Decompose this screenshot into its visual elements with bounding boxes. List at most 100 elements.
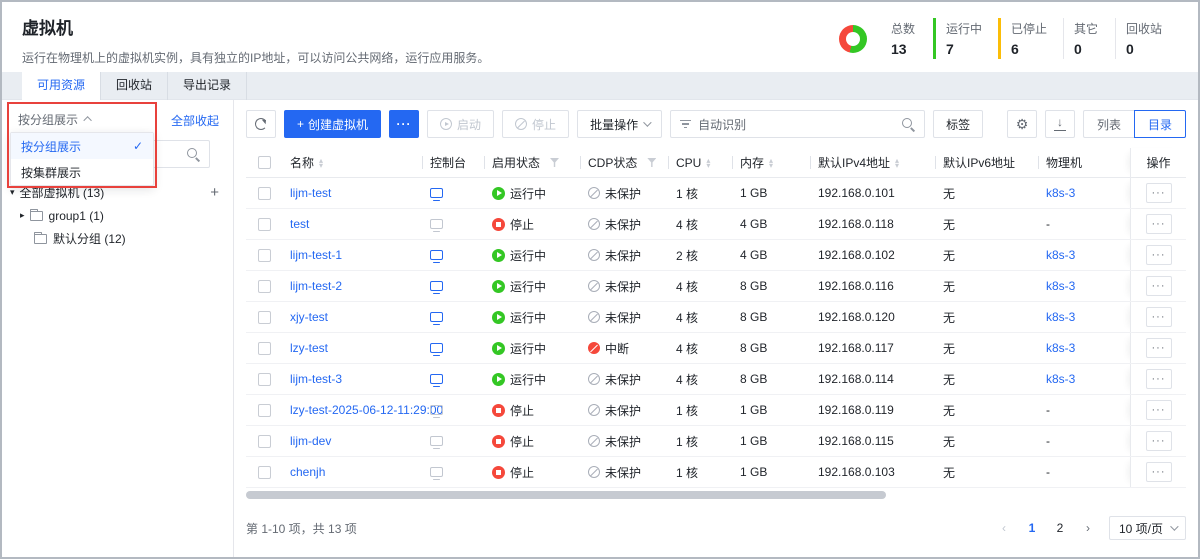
vm-name-link[interactable]: xjy-test [290,310,328,324]
vm-name-link[interactable]: lijm-test-1 [290,248,342,262]
stop-button[interactable]: 停止 [502,110,569,138]
create-vm-button[interactable]: +创建虚拟机 [284,110,381,138]
memory-value: 4 GB [732,240,810,270]
host-link[interactable]: - [1046,217,1050,231]
row-checkbox[interactable] [258,466,271,479]
column-header-status[interactable]: 启用状态 [484,148,580,177]
column-header-cdp[interactable]: CDP状态 [580,148,668,177]
row-actions-button[interactable]: ··· [1146,307,1172,327]
collapse-all-link[interactable]: 全部收起 [171,112,219,129]
column-header-ipv4[interactable]: 默认IPv4地址▴▾ [810,148,935,177]
row-checkbox[interactable] [258,435,271,448]
row-checkbox[interactable] [258,280,271,293]
console-icon[interactable] [430,219,443,229]
column-header-cpu[interactable]: CPU▴▾ [668,148,732,177]
start-button[interactable]: 启动 [427,110,494,138]
sort-icon[interactable]: ▴▾ [319,158,323,168]
console-icon[interactable] [430,250,443,260]
console-icon[interactable] [430,188,443,198]
console-icon[interactable] [430,467,443,477]
row-checkbox[interactable] [258,342,271,355]
host-link[interactable]: k8s-3 [1046,279,1075,293]
host-link[interactable]: k8s-3 [1046,372,1075,386]
table-body: lijm-test 运行中 未保护 1 核 1 GB 192.168.0.101… [246,178,1186,488]
row-actions-button[interactable]: ··· [1146,245,1172,265]
refresh-button[interactable] [246,110,276,138]
dropdown-option-by-cluster[interactable]: 按集群展示 [11,159,153,185]
page-2-button[interactable]: 2 [1049,517,1071,539]
host-link[interactable]: - [1046,465,1050,479]
host-link[interactable]: k8s-3 [1046,248,1075,262]
row-checkbox[interactable] [258,311,271,324]
page-size-select[interactable]: 10 项/页 [1109,516,1186,540]
row-actions-button[interactable]: ··· [1146,214,1172,234]
host-link[interactable]: - [1046,403,1050,417]
console-icon[interactable] [430,343,443,353]
vm-name-link[interactable]: lijm-test [290,186,331,200]
collapse-caret-icon[interactable]: ▾ [10,187,15,198]
batch-operations-button[interactable]: 批量操作 [577,110,662,138]
prev-page-button[interactable]: ‹ [993,517,1015,539]
column-header-name[interactable]: 名称▴▾ [282,148,422,177]
group-display-selector[interactable]: 按分组展示 [10,106,152,132]
host-link[interactable]: k8s-3 [1046,310,1075,324]
console-icon[interactable] [430,281,443,291]
vm-name-link[interactable]: lijm-test-2 [290,279,342,293]
row-checkbox[interactable] [258,218,271,231]
status-label: 运行中 [510,278,546,295]
view-list-button[interactable]: 列表 [1083,110,1134,138]
console-icon[interactable] [430,405,443,415]
sort-icon[interactable]: ▴▾ [895,158,899,168]
add-group-button[interactable]: + [210,185,219,200]
vm-name-link[interactable]: chenjh [290,465,325,479]
more-actions-button[interactable]: ··· [389,110,419,138]
row-checkbox[interactable] [258,373,271,386]
filter-icon[interactable] [550,158,559,167]
sort-icon[interactable]: ▴▾ [706,158,710,168]
console-icon[interactable] [430,436,443,446]
next-page-button[interactable]: › [1077,517,1099,539]
row-actions-button[interactable]: ··· [1146,400,1172,420]
row-checkbox[interactable] [258,249,271,262]
sort-icon[interactable]: ▴▾ [769,158,773,168]
export-button[interactable]: ↓ [1045,110,1075,138]
search-icon[interactable] [902,118,915,131]
row-actions-button[interactable]: ··· [1146,183,1172,203]
expand-caret-icon[interactable]: ▸ [20,210,25,221]
column-header-memory[interactable]: 内存▴▾ [732,148,810,177]
tree-item-group1[interactable]: ▸ group1 (1) [2,204,233,227]
row-actions-button[interactable]: ··· [1146,276,1172,296]
tags-button[interactable]: 标签 [933,110,983,138]
console-icon[interactable] [430,374,443,384]
row-actions-button[interactable]: ··· [1146,338,1172,358]
select-all-checkbox[interactable] [258,156,271,169]
settings-button[interactable]: ⚙ [1007,110,1037,138]
row-checkbox[interactable] [258,187,271,200]
row-actions-button[interactable]: ··· [1146,431,1172,451]
vm-name-link[interactable]: lzy-test [290,341,328,355]
stat-label: 总数 [891,20,917,37]
view-catalog-button[interactable]: 目录 [1134,110,1186,138]
host-link[interactable]: k8s-3 [1046,341,1075,355]
group-display-dropdown: 按分组展示 ✓ 按集群展示 [10,132,154,186]
vm-name-link[interactable]: test [290,217,309,231]
tab[interactable]: 导出记录 [168,72,247,100]
vm-name-link[interactable]: lijm-dev [290,434,331,448]
console-icon[interactable] [430,312,443,322]
host-link[interactable]: k8s-3 [1046,186,1075,200]
row-actions-button[interactable]: ··· [1146,369,1172,389]
host-link[interactable]: - [1046,434,1050,448]
search-mode-label[interactable]: 自动识别 [698,116,746,133]
filter-icon[interactable] [647,158,656,167]
vm-search-input[interactable]: 自动识别 [670,110,925,138]
vm-name-link[interactable]: lzy-test-2025-06-12-11:29:00 [290,403,443,417]
page-1-button[interactable]: 1 [1021,517,1043,539]
tab[interactable]: 可用资源 [22,72,101,100]
row-actions-button[interactable]: ··· [1146,462,1172,482]
tab[interactable]: 回收站 [101,72,168,100]
tree-item-default-group[interactable]: 默认分组 (12) [2,227,233,250]
vm-name-link[interactable]: lijm-test-3 [290,372,342,386]
row-checkbox[interactable] [258,404,271,417]
dropdown-option-by-group[interactable]: 按分组展示 ✓ [11,133,153,159]
horizontal-scrollbar-thumb[interactable] [246,491,886,499]
